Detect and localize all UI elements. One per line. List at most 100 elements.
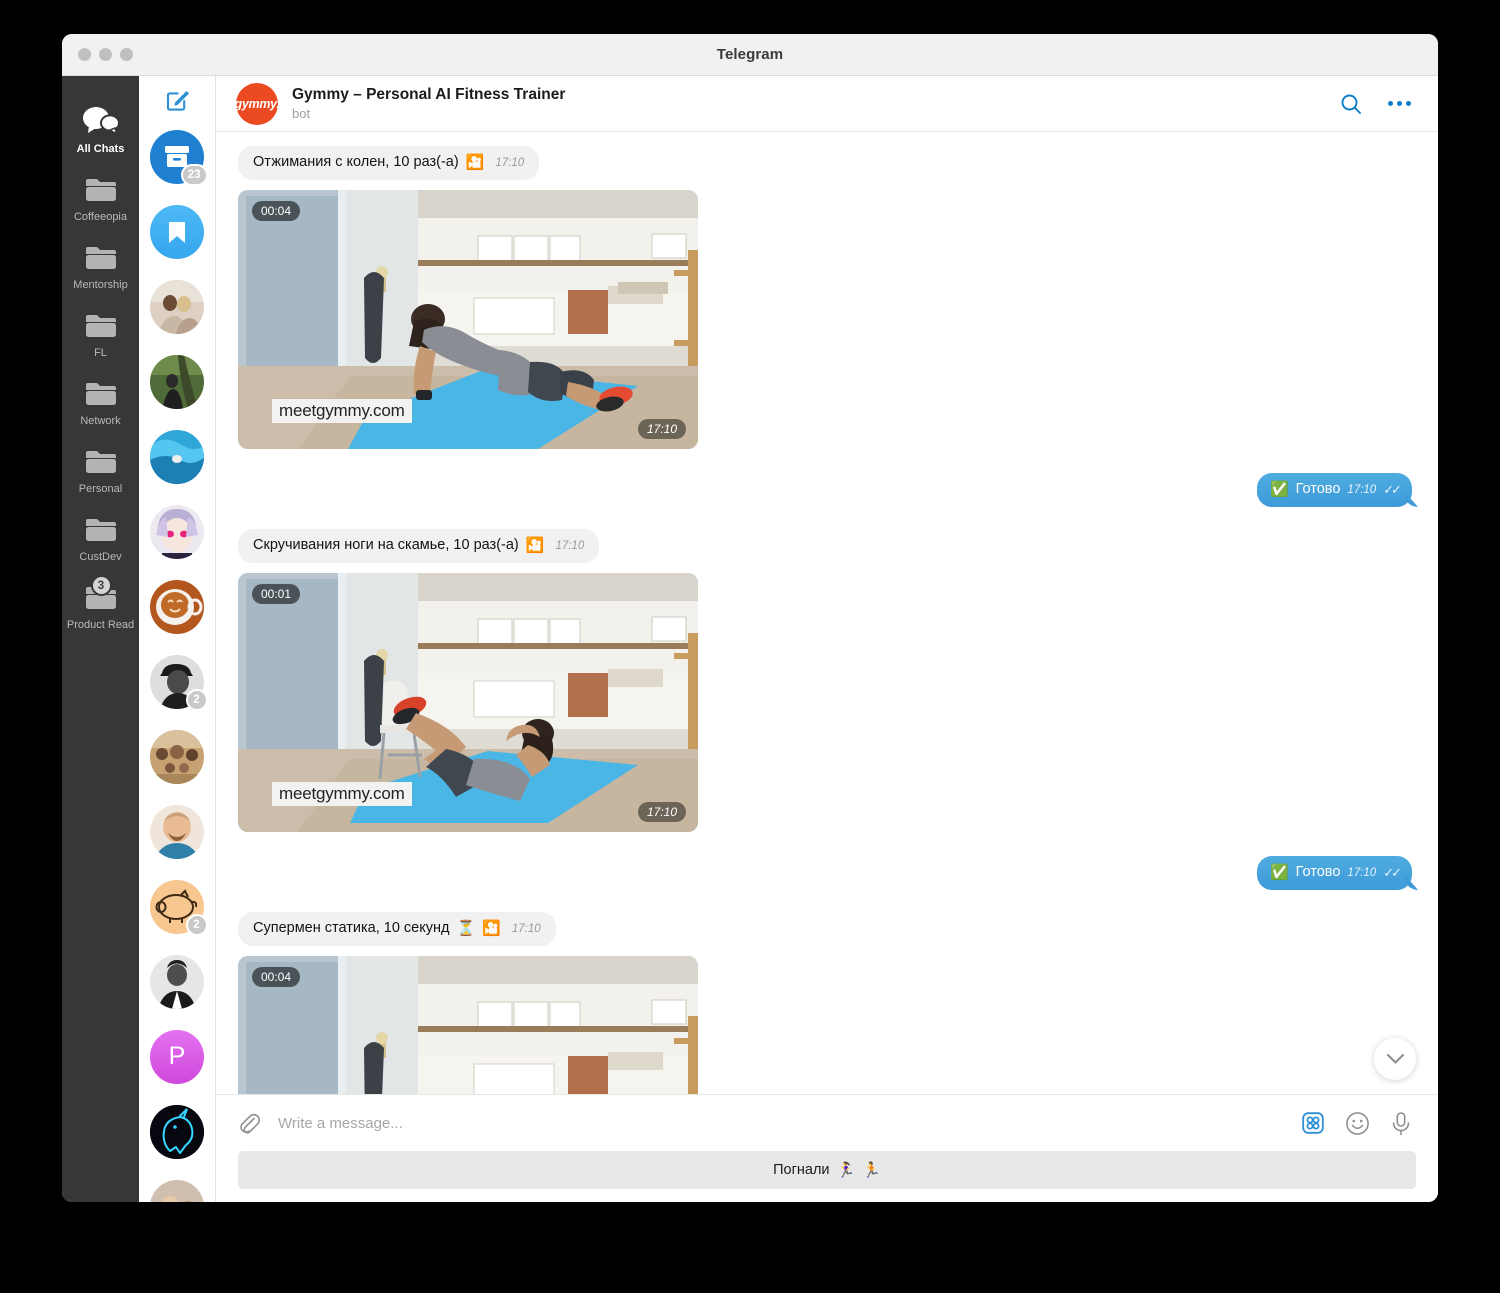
folder-icon-wrap [84, 172, 118, 206]
sidebar-item-custdev[interactable]: CustDev [62, 506, 139, 574]
message-time: 17:10 [511, 922, 541, 935]
check-mark-emoji: ✅ [1269, 864, 1289, 881]
video-message[interactable]: 00:01 meetgymmy.com 17:10 [238, 573, 698, 832]
list-item[interactable] [139, 1094, 215, 1169]
window-title: Telegram [716, 46, 784, 63]
folder-icon-wrap [84, 444, 118, 478]
bot-keyboard-icon [1302, 1112, 1324, 1134]
message-row: Скручивания ноги на скамье, 10 раз(-а) 🎦… [238, 529, 1416, 563]
message-row: 00:04 meetgymmy.com 17:10 [238, 950, 1416, 1094]
sidebar-item-label: Personal [78, 483, 123, 495]
chat-status: bot [292, 106, 311, 121]
message-list[interactable]: Отжимания с колен, 10 раз(-а) 🎦 17:10 00… [216, 132, 1438, 1094]
list-item[interactable]: 2 [139, 644, 215, 719]
avatar-photo [150, 804, 204, 859]
avatar-photo [150, 579, 204, 634]
video-duration: 00:01 [252, 584, 301, 604]
search-button[interactable] [1334, 87, 1368, 121]
chevron-down-icon [1386, 1053, 1404, 1064]
minimize-window-button[interactable] [99, 48, 112, 61]
folder-icon [85, 246, 116, 269]
list-item[interactable]: 2 [139, 869, 215, 944]
avatar [150, 1104, 204, 1159]
read-status-icon: ✓✓ [1383, 481, 1402, 497]
message-row: Супермен статика, 10 секунд ⏳ 🎦 17:10 [238, 912, 1416, 946]
message-time: 17:10 [637, 802, 686, 822]
message-row: ✅ Готово 17:10 ✓✓ [238, 856, 1416, 890]
message-composer [216, 1094, 1438, 1151]
message-time: 17:10 [1347, 483, 1377, 496]
sidebar-item-label: Mentorship [73, 279, 128, 291]
avatar-photo [150, 279, 204, 334]
video-message[interactable]: 00:04 meetgymmy.com 17:10 [238, 190, 698, 449]
read-status-icon: ✓✓ [1383, 864, 1402, 880]
sidebar-item-coffeeopia[interactable]: Coffeeopia [62, 166, 139, 234]
sidebar-item-mentorship[interactable]: Mentorship [62, 234, 139, 302]
incoming-message-bubble[interactable]: Скручивания ноги на скамье, 10 раз(-а) 🎦… [238, 529, 600, 563]
avatar [150, 804, 204, 859]
sidebar-item-label: Network [80, 415, 121, 427]
close-window-button[interactable] [78, 48, 91, 61]
list-item[interactable] [139, 944, 215, 1019]
more-options-button[interactable] [1382, 87, 1416, 121]
maximize-window-button[interactable] [120, 48, 133, 61]
list-item[interactable] [139, 719, 215, 794]
list-item[interactable] [139, 569, 215, 644]
smiley-icon [1345, 1111, 1369, 1135]
avatar-photo [150, 1104, 204, 1159]
message-text: Скручивания ноги на скамье, 10 раз(-а) [253, 537, 519, 553]
bot-keyboard: Погнали 🏃‍♀️ 🏃 [216, 1151, 1438, 1202]
sidebar-item-label: All Chats [76, 143, 125, 155]
emoji-button[interactable] [1342, 1108, 1372, 1138]
avatar-letter: P [150, 1029, 204, 1084]
avatar [150, 279, 204, 334]
video-camera-emoji: 🎦 [482, 920, 501, 937]
attach-file-button[interactable] [234, 1108, 264, 1138]
sidebar-item-label: FL [94, 347, 107, 359]
avatar-photo [150, 954, 204, 1009]
sidebar-item-personal[interactable]: Personal [62, 438, 139, 506]
outgoing-message-bubble[interactable]: ✅ Готово 17:10 ✓✓ [1256, 856, 1412, 890]
list-item[interactable] [139, 794, 215, 869]
video-camera-emoji: 🎦 [465, 154, 485, 171]
avatar [150, 504, 204, 559]
sidebar-item-product-read[interactable]: 3 Product Read [62, 574, 139, 642]
sidebar-item-all-chats[interactable]: All Chats [62, 98, 139, 166]
incoming-message-bubble[interactable]: Супермен статика, 10 секунд ⏳ 🎦 17:10 [238, 912, 556, 946]
list-item[interactable] [139, 494, 215, 569]
list-item[interactable]: P [139, 1019, 215, 1094]
avatar [150, 204, 204, 259]
bot-commands-button[interactable] [1298, 1108, 1328, 1138]
avatar-photo [150, 729, 204, 784]
search-icon [1341, 94, 1361, 114]
message-time: 17:10 [1347, 866, 1377, 879]
list-item[interactable] [139, 1169, 215, 1202]
video-duration: 00:04 [252, 967, 301, 987]
list-item[interactable]: 23 [139, 119, 215, 194]
video-message[interactable]: 00:04 meetgymmy.com 17:10 [238, 956, 698, 1094]
paperclip-icon [240, 1113, 261, 1134]
compose-pencil-icon [166, 91, 189, 111]
video-camera-emoji: 🎦 [525, 537, 545, 554]
unread-badge: 2 [185, 914, 208, 936]
message-text: Отжимания с колен, 10 раз(-а) [253, 154, 459, 170]
incoming-message-bubble[interactable]: Отжимания с колен, 10 раз(-а) 🎦 17:10 [238, 146, 540, 180]
scroll-to-bottom-button[interactable] [1374, 1038, 1416, 1080]
compose-new-message-button[interactable] [153, 86, 201, 113]
chat-avatar[interactable]: gymmy. [235, 82, 280, 125]
avatar-photo [150, 354, 204, 409]
avatar-photo [150, 429, 204, 484]
message-row: Отжимания с колен, 10 раз(-а) 🎦 17:10 [238, 146, 1416, 180]
outgoing-message-bubble[interactable]: ✅ Готово 17:10 ✓✓ [1256, 473, 1412, 507]
list-item[interactable] [139, 269, 215, 344]
voice-message-button[interactable] [1386, 1108, 1416, 1138]
bot-keyboard-button-pognali[interactable]: Погнали 🏃‍♀️ 🏃 [238, 1151, 1416, 1189]
sidebar-item-network[interactable]: Network [62, 370, 139, 438]
list-item[interactable] [139, 419, 215, 494]
sidebar-item-fl[interactable]: FL [62, 302, 139, 370]
list-item[interactable] [139, 194, 215, 269]
message-time: 17:10 [555, 539, 585, 552]
list-item[interactable] [139, 344, 215, 419]
avatar [150, 429, 204, 484]
message-input[interactable] [278, 1110, 1284, 1136]
